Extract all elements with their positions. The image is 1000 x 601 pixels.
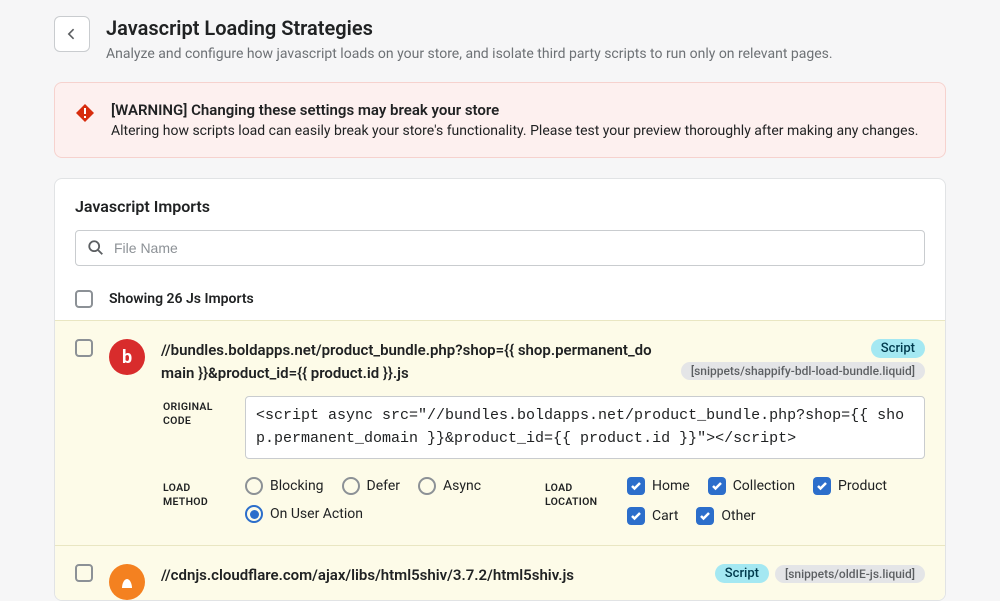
imports-card: Javascript Imports Showing 26 Js Imports…	[54, 178, 946, 601]
checkbox-label: Other	[721, 508, 755, 524]
checkbox-icon	[708, 477, 726, 495]
radio-label: On User Action	[270, 506, 363, 522]
checkbox-icon	[696, 507, 714, 525]
warning-icon	[75, 103, 95, 123]
row-checkbox[interactable]	[75, 564, 93, 582]
select-all-checkbox[interactable]	[75, 290, 93, 308]
checkbox-icon	[627, 507, 645, 525]
load-location-option[interactable]: Cart	[627, 507, 678, 525]
checkbox-label: Product	[838, 478, 887, 494]
search-input[interactable]	[75, 230, 925, 266]
original-code-value[interactable]: <script async src="//bundles.boldapps.ne…	[245, 396, 925, 459]
checkbox-label: Cart	[652, 508, 678, 524]
original-code-label: ORIGINAL CODE	[163, 396, 231, 427]
radio-label: Defer	[367, 478, 400, 494]
load-location-option[interactable]: Home	[627, 477, 690, 495]
checkbox-label: Home	[652, 478, 690, 494]
load-method-label: LOAD METHOD	[163, 477, 231, 508]
load-method-option[interactable]: Async	[418, 477, 481, 495]
radio-icon	[245, 505, 263, 523]
row-checkbox[interactable]	[75, 339, 93, 357]
import-row: //cdnjs.cloudflare.com/ajax/libs/html5sh…	[55, 545, 945, 600]
arrow-left-icon	[64, 26, 80, 42]
load-method-option[interactable]: Blocking	[245, 477, 324, 495]
file-badge: [snippets/oldIE-js.liquid]	[775, 565, 925, 583]
radio-label: Blocking	[270, 478, 324, 494]
card-title: Javascript Imports	[75, 197, 925, 216]
page-title: Javascript Loading Strategies	[106, 16, 833, 40]
load-method-option[interactable]: On User Action	[245, 505, 363, 523]
load-location-option[interactable]: Product	[813, 477, 887, 495]
load-location-option[interactable]: Other	[696, 507, 755, 525]
search-icon	[87, 239, 105, 257]
warning-alert: [WARNING] Changing these settings may br…	[54, 82, 946, 158]
type-badge: Script	[715, 564, 769, 583]
radio-label: Async	[443, 478, 481, 494]
brand-icon	[109, 564, 145, 600]
import-title: //bundles.boldapps.net/product_bundle.ph…	[161, 339, 665, 384]
checkbox-label: Collection	[733, 478, 795, 494]
import-title: //cdnjs.cloudflare.com/ajax/libs/html5sh…	[161, 564, 699, 587]
alert-title: [WARNING] Changing these settings may br…	[111, 101, 918, 119]
type-badge: Script	[871, 339, 925, 358]
load-location-label: LOAD LOCATION	[545, 477, 613, 508]
radio-icon	[342, 477, 360, 495]
checkbox-icon	[813, 477, 831, 495]
back-button[interactable]	[54, 16, 90, 52]
radio-icon	[418, 477, 436, 495]
load-location-option[interactable]: Collection	[708, 477, 795, 495]
import-row: b //bundles.boldapps.net/product_bundle.…	[55, 320, 945, 545]
alert-body: Altering how scripts load can easily bre…	[111, 123, 918, 139]
load-method-option[interactable]: Defer	[342, 477, 400, 495]
file-badge: [snippets/shappify-bdl-load-bundle.liqui…	[681, 362, 925, 380]
brand-icon: b	[109, 339, 145, 375]
count-label: Showing 26 Js Imports	[109, 291, 254, 307]
checkbox-icon	[627, 477, 645, 495]
radio-icon	[245, 477, 263, 495]
page-subtitle: Analyze and configure how javascript loa…	[106, 46, 833, 62]
